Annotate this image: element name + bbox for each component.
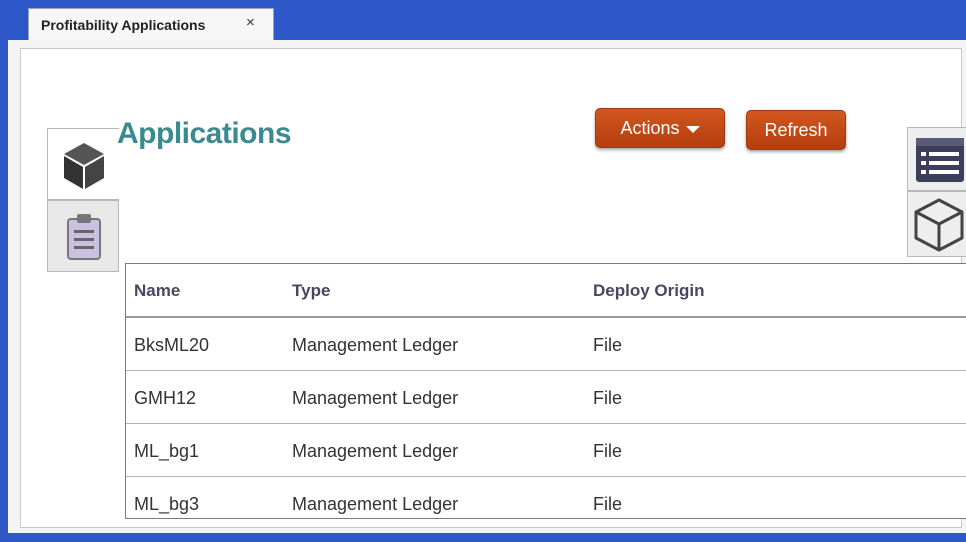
bottom-border [0,533,966,542]
right-tab-list[interactable] [907,127,966,191]
actions-label: Actions [620,118,680,138]
page-title: Applications [117,117,292,150]
cell-type: Management Ledger [292,441,459,461]
applications-table: Name Type Deploy Origin BksML20 Manageme… [125,263,966,519]
column-header-type[interactable]: Type [292,281,330,301]
content-panel: Applications Actions Refresh Name Type D… [20,48,966,528]
table-header: Name Type Deploy Origin [126,264,966,318]
vertical-tab-applications[interactable] [47,128,119,200]
close-icon[interactable]: × [246,14,255,31]
cube-icon [64,143,104,189]
table-row[interactable]: ML_bg1 Management Ledger File [126,424,966,477]
actions-button[interactable]: Actions [595,108,725,148]
cell-name: ML_bg3 [134,494,200,514]
tab-label: Profitability Applications [41,17,206,33]
main-frame: Applications Actions Refresh Name Type D… [8,40,966,542]
cell-type: Management Ledger [292,388,459,408]
table-row[interactable]: ML_bg3 Management Ledger File [126,477,966,518]
list-icon [916,138,964,182]
cell-deploy-origin: File [593,441,623,461]
right-tab-cube[interactable] [907,191,966,257]
cell-name: BksML20 [134,335,210,355]
table-row[interactable]: BksML20 Management Ledger File [126,318,966,371]
cell-name: GMH12 [134,388,197,408]
caret-down-icon [685,125,700,133]
cell-deploy-origin: File [593,335,623,355]
cell-deploy-origin: File [593,494,623,514]
cell-type: Management Ledger [292,335,459,355]
table-row[interactable]: GMH12 Management Ledger File [126,371,966,424]
refresh-button[interactable]: Refresh [746,110,846,150]
column-header-name[interactable]: Name [134,281,180,301]
cell-type: Management Ledger [292,494,459,514]
column-header-deploy-origin[interactable]: Deploy Origin [593,281,704,301]
cube-outline-icon [914,198,964,252]
document-tab-bar: Profitability Applications × [0,0,966,44]
cell-name: ML_bg1 [134,441,200,461]
clipboard-icon [67,214,101,260]
tab-profitability-applications[interactable]: Profitability Applications × [28,8,274,42]
cell-deploy-origin: File [593,388,623,408]
vertical-tab-tasks[interactable] [47,200,119,272]
